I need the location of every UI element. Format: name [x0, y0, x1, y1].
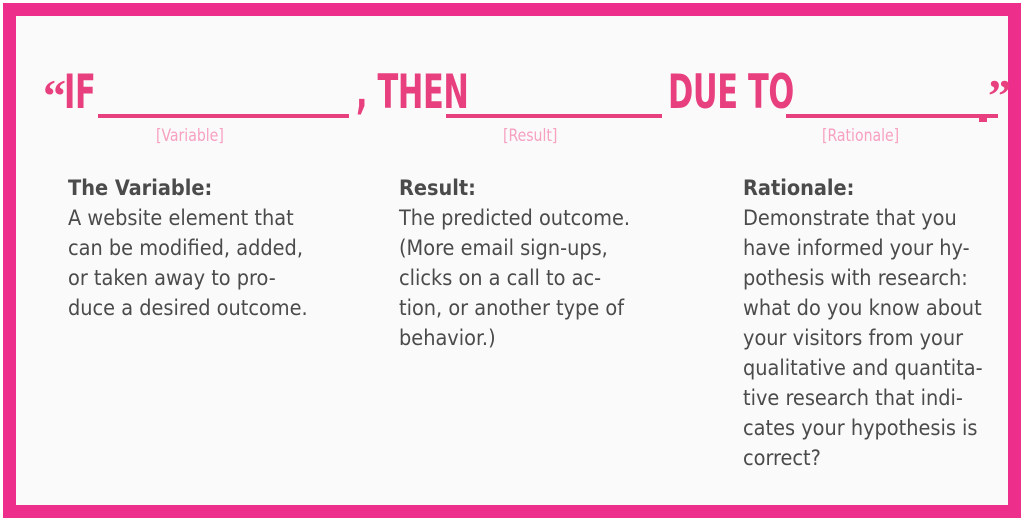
- headline-word-then: , THEN: [356, 65, 469, 120]
- column-body-line: what do you know about: [743, 296, 982, 321]
- headline-formula: “ IF [Variable] , THEN [Result] DUE TO […: [16, 16, 1011, 145]
- opening-quote: “: [43, 70, 66, 121]
- hypothesis-card: “ IF [Variable] , THEN [Result] DUE TO […: [3, 3, 1021, 518]
- column-body-line: clicks on a call to ac-: [399, 266, 602, 291]
- column-variable: The Variable: A website element that can…: [68, 174, 368, 324]
- blank-label-rationale: [Rationale]: [822, 126, 900, 146]
- closing-quote: ”: [988, 70, 1011, 121]
- column-body-line: correct?: [743, 446, 821, 471]
- blank-label-result: [Result]: [503, 126, 558, 146]
- headline-word-due-to: DUE TO: [668, 65, 794, 120]
- blank-label-variable: [Variable]: [156, 126, 224, 146]
- column-body-line: behavior.): [399, 326, 496, 351]
- column-body-line: can be modified, added,: [68, 236, 303, 261]
- column-body-line: A website element that: [68, 206, 294, 231]
- column-body-line: tion, or another type of: [399, 296, 625, 321]
- column-rationale: Rationale: Demonstrate that you have inf…: [743, 174, 1024, 474]
- column-body-line: your visitors from your: [743, 326, 964, 351]
- blank-line-variable[interactable]: [98, 114, 349, 118]
- column-body-line: qualitative and quantita-: [743, 356, 983, 381]
- column-body-line: pothesis with research:: [743, 266, 968, 291]
- headline-word-if: IF: [64, 65, 96, 120]
- column-heading-result: Result:: [399, 176, 476, 201]
- column-result: Result: The predicted outcome. (More ema…: [399, 174, 699, 354]
- column-heading-variable: The Variable:: [68, 176, 213, 201]
- column-body-line: tive research that indi-: [743, 386, 963, 411]
- blank-line-rationale[interactable]: [786, 114, 998, 118]
- column-body-line: duce a desired outcome.: [68, 296, 308, 321]
- column-body-line: The predicted outcome.: [399, 206, 631, 231]
- column-body-line: or taken away to pro-: [68, 266, 276, 291]
- column-body-line: (More email sign-ups,: [399, 236, 608, 261]
- column-body-line: have informed your hy-: [743, 236, 970, 261]
- sentence-period: [979, 114, 987, 122]
- card-inner: “ IF [Variable] , THEN [Result] DUE TO […: [16, 16, 1011, 505]
- blank-line-result[interactable]: [446, 114, 662, 118]
- column-body-line: Demonstrate that you: [743, 206, 957, 231]
- column-body-line: cates your hypothesis is: [743, 416, 978, 441]
- column-heading-rationale: Rationale:: [743, 176, 855, 201]
